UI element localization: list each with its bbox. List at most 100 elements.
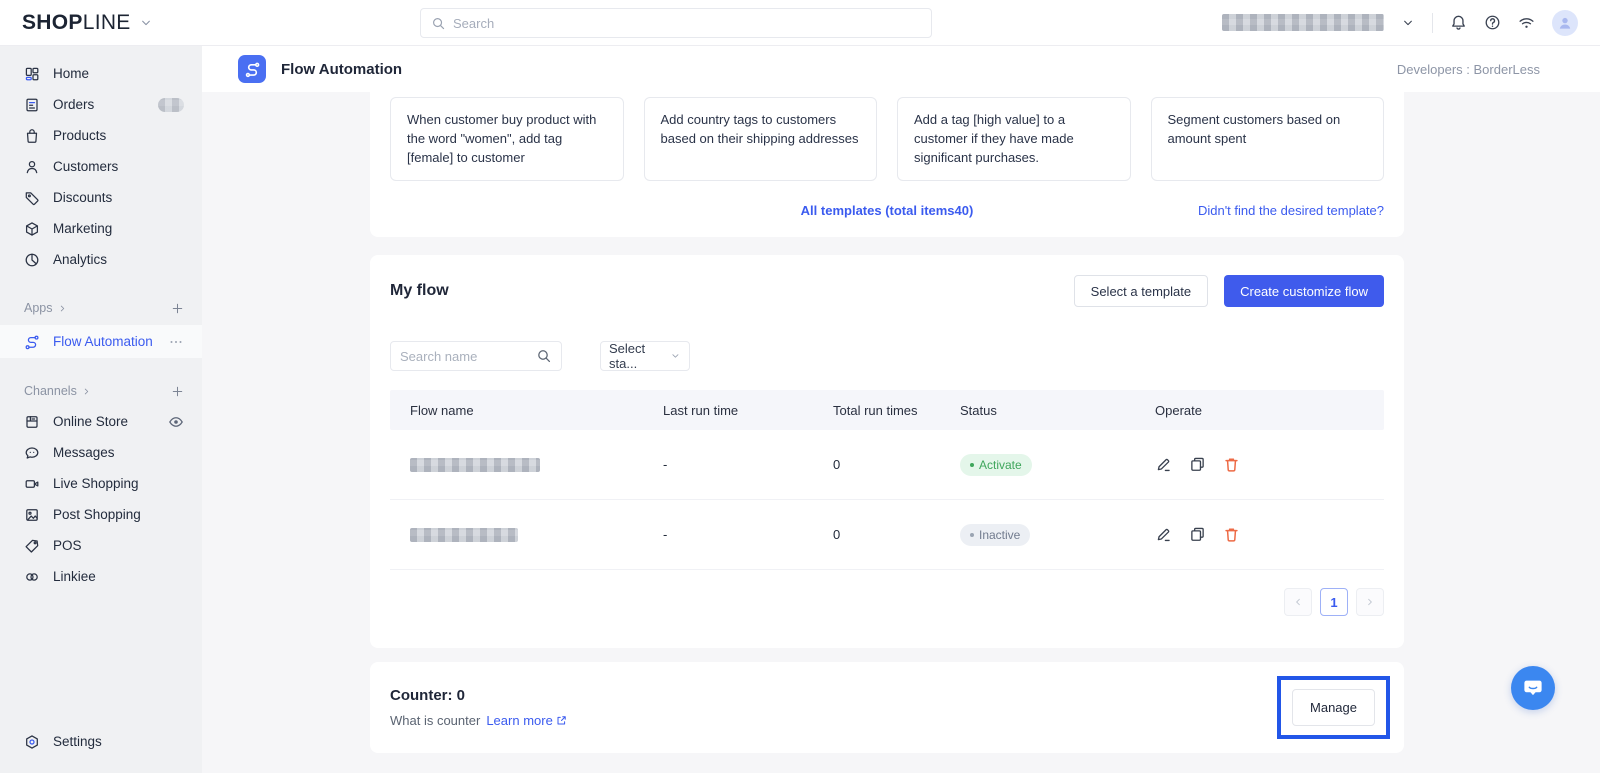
network-status-wifi-icon[interactable] (1518, 14, 1535, 31)
visibility-eye-icon[interactable] (168, 414, 184, 430)
manage-button[interactable]: Manage (1292, 689, 1375, 726)
flow-name-search-input[interactable] (400, 349, 530, 364)
global-search-input[interactable] (453, 16, 921, 31)
all-templates-link[interactable]: All templates (total items40) (801, 203, 974, 218)
discounts-tag-icon (24, 190, 40, 206)
next-page-button[interactable] (1356, 588, 1384, 616)
user-avatar[interactable] (1552, 10, 1578, 36)
chevron-right-icon (57, 303, 68, 314)
sidebar-item-label: Settings (53, 734, 102, 749)
customers-person-icon (24, 159, 40, 175)
template-card[interactable]: Add country tags to customers based on t… (644, 97, 878, 181)
create-customize-flow-button[interactable]: Create customize flow (1224, 275, 1384, 307)
copy-icon[interactable] (1189, 526, 1206, 543)
status-badge: Inactive (960, 524, 1030, 546)
marketing-cube-icon (24, 221, 40, 237)
edit-icon[interactable] (1155, 526, 1172, 543)
table-row: - 0 Activate (390, 430, 1384, 500)
pagination: 1 (390, 588, 1384, 616)
page-number-button[interactable]: 1 (1320, 588, 1348, 616)
sidebar-item-linkiee[interactable]: Linkiee (0, 561, 202, 592)
account-chevron-down-icon[interactable] (1401, 16, 1415, 30)
flow-automation-app-icon (238, 55, 266, 83)
delete-trash-icon[interactable] (1223, 456, 1240, 473)
sidebar-item-home[interactable]: Home (0, 58, 202, 89)
apps-section-label: Apps (24, 301, 53, 315)
sidebar-item-post-shopping[interactable]: Post Shopping (0, 499, 202, 530)
status-filter-select[interactable]: Select sta... (600, 341, 690, 371)
copy-icon[interactable] (1189, 456, 1206, 473)
analytics-pie-icon (24, 252, 40, 268)
template-text: When customer buy product with the word … (407, 112, 596, 165)
chevron-down-icon (139, 16, 153, 30)
template-card[interactable]: When customer buy product with the word … (390, 97, 624, 181)
home-icon (24, 66, 40, 82)
add-channel-plus-icon[interactable] (171, 385, 184, 398)
post-shopping-image-icon (24, 507, 40, 523)
more-options-icon[interactable] (168, 334, 184, 350)
sidebar-section-channels[interactable]: Channels (0, 376, 202, 406)
edit-icon[interactable] (1155, 456, 1172, 473)
sidebar-item-orders[interactable]: Orders (0, 89, 202, 120)
sidebar-item-live-shopping[interactable]: Live Shopping (0, 468, 202, 499)
global-search (420, 8, 932, 38)
sidebar-item-customers[interactable]: Customers (0, 151, 202, 182)
sidebar-item-online-store[interactable]: Online Store (0, 406, 202, 437)
status-filter-value: Select sta... (609, 341, 670, 371)
sidebar-item-messages[interactable]: Messages (0, 437, 202, 468)
notifications-bell-icon[interactable] (1450, 14, 1467, 31)
shopline-logo[interactable]: SHOPLINE (22, 11, 153, 35)
my-flow-title: My flow (390, 282, 449, 300)
chat-bubble-icon (1522, 677, 1544, 699)
column-header: Flow name (410, 403, 663, 418)
flow-automation-icon (24, 334, 40, 350)
column-header: Operate (1155, 403, 1384, 418)
online-store-icon (24, 414, 40, 430)
sidebar-item-label: Online Store (53, 414, 128, 429)
template-text: Add country tags to customers based on t… (661, 112, 859, 146)
sidebar-item-flow-automation[interactable]: Flow Automation (0, 325, 202, 358)
top-bar: SHOPLINE (0, 0, 1600, 46)
sidebar: Home Orders Products Customers Discou (0, 46, 202, 773)
sidebar-item-label: Marketing (53, 221, 112, 236)
counter-title: Counter: 0 (390, 687, 568, 704)
counter-description: What is counter (390, 713, 480, 728)
sidebar-item-discounts[interactable]: Discounts (0, 182, 202, 213)
page-header: Flow Automation Developers : BorderLess (202, 46, 1600, 92)
add-app-plus-icon[interactable] (171, 302, 184, 315)
templates-section: When customer buy product with the word … (370, 92, 1404, 237)
page-title: Flow Automation (281, 61, 402, 78)
pos-tag-icon (24, 538, 40, 554)
help-icon[interactable] (1484, 14, 1501, 31)
sidebar-item-products[interactable]: Products (0, 120, 202, 151)
column-header: Status (960, 403, 1155, 418)
template-card[interactable]: Add a tag [high value] to a customer if … (897, 97, 1131, 181)
orders-count-badge-blurred (158, 98, 184, 112)
orders-icon (24, 97, 40, 113)
sidebar-item-settings[interactable]: Settings (0, 726, 202, 757)
delete-trash-icon[interactable] (1223, 526, 1240, 543)
template-not-found-link[interactable]: Didn't find the desired template? (1198, 203, 1384, 218)
last-run-time-cell: - (663, 457, 833, 472)
template-card[interactable]: Segment customers based on amount spent (1151, 97, 1385, 181)
sidebar-item-label: Analytics (53, 252, 107, 267)
sidebar-item-label: Discounts (53, 190, 112, 205)
template-text: Segment customers based on amount spent (1168, 112, 1341, 146)
flow-name-blurred (410, 528, 518, 542)
table-row: - 0 Inactive (390, 500, 1384, 570)
sidebar-item-pos[interactable]: POS (0, 530, 202, 561)
sidebar-item-marketing[interactable]: Marketing (0, 213, 202, 244)
status-dot (970, 463, 974, 467)
status-dot (970, 533, 974, 537)
action-highlight-box: Manage (1277, 676, 1390, 739)
search-icon[interactable] (536, 348, 552, 364)
sidebar-item-label: Messages (53, 445, 115, 460)
select-template-button[interactable]: Select a template (1074, 275, 1208, 307)
flow-name-search (390, 341, 562, 371)
support-chat-button[interactable] (1511, 666, 1555, 710)
previous-page-button[interactable] (1284, 588, 1312, 616)
last-run-time-cell: - (663, 527, 833, 542)
sidebar-section-apps[interactable]: Apps (0, 293, 202, 323)
learn-more-link[interactable]: Learn more (486, 713, 567, 728)
sidebar-item-analytics[interactable]: Analytics (0, 244, 202, 275)
